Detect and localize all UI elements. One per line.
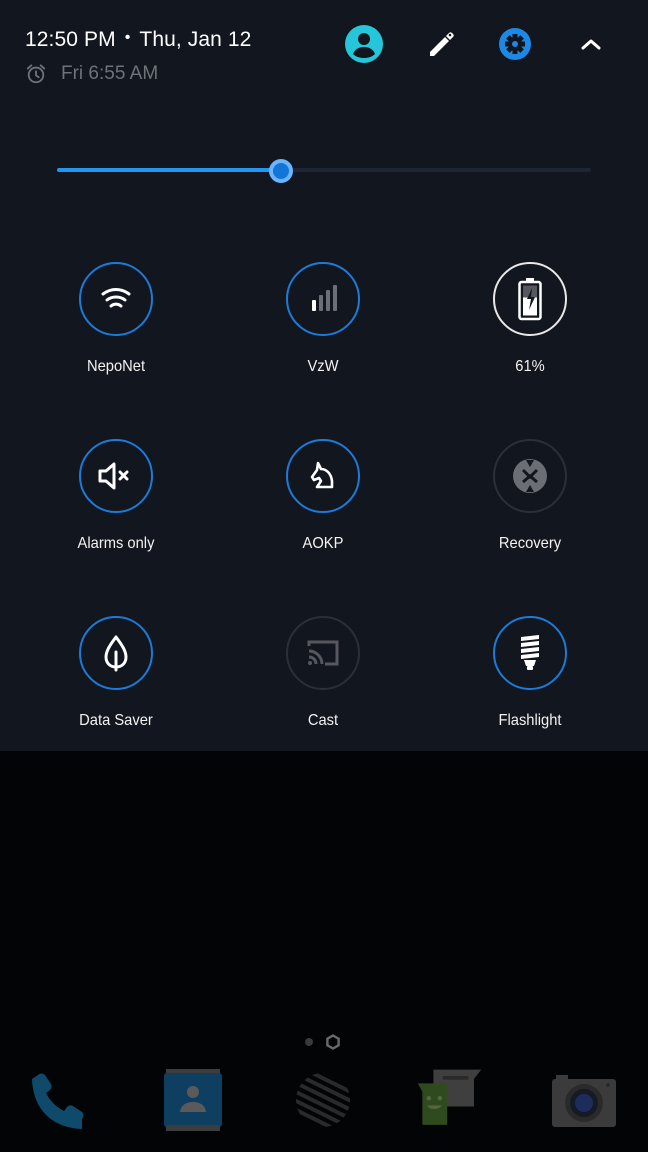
tile-do-not-disturb[interactable]: Alarms only [36, 439, 196, 569]
home-page-indicator-icon[interactable] [325, 1034, 341, 1050]
app-drawer-icon [296, 1073, 350, 1127]
tile-recovery-toggle[interactable] [493, 439, 567, 513]
bulb-icon [521, 635, 539, 670]
tile-label: Cast [307, 712, 339, 729]
tile-label: Recovery [498, 535, 562, 552]
battery-charging-icon [518, 278, 542, 321]
wifi-icon [101, 288, 131, 308]
user-switcher-button[interactable] [344, 24, 384, 64]
settings-button[interactable] [495, 24, 535, 64]
tile-cellular-toggle[interactable] [286, 262, 360, 336]
tile-wifi-toggle[interactable] [79, 262, 153, 336]
tile-cast-toggle[interactable] [286, 616, 360, 690]
dock-camera[interactable] [548, 1065, 618, 1135]
unicorn-icon [310, 461, 334, 489]
phone-icon [32, 1073, 84, 1129]
page-indicator [305, 1034, 341, 1050]
tile-flashlight-toggle[interactable] [493, 616, 567, 690]
tile-data-saver-toggle[interactable] [79, 616, 153, 690]
home-dock [0, 1065, 648, 1140]
brightness-fill [57, 168, 282, 172]
leaf-icon [104, 635, 128, 672]
tile-flashlight[interactable]: Flashlight [450, 616, 610, 746]
alarm-clock-icon [26, 64, 46, 84]
tile-wifi[interactable]: NepoNet [36, 262, 196, 392]
page-dot[interactable] [305, 1038, 313, 1046]
tile-aokp-toggle[interactable] [286, 439, 360, 513]
tile-label: 61% [515, 358, 545, 375]
dock-contacts[interactable] [158, 1065, 228, 1135]
tile-battery[interactable]: 61% [450, 262, 610, 392]
tile-cellular[interactable]: VzW [243, 262, 403, 392]
tile-label: Alarms only [77, 535, 155, 552]
tile-recovery[interactable]: Recovery [450, 439, 610, 569]
clock-date[interactable]: 12:50 PM • Thu, Jan 12 [25, 28, 251, 52]
tile-dnd-toggle[interactable] [79, 439, 153, 513]
collapse-button[interactable] [571, 24, 611, 64]
separator: • [124, 29, 131, 46]
next-alarm[interactable]: Fri 6:55 AM [25, 63, 158, 85]
clock-time[interactable]: 12:50 PM [25, 28, 116, 52]
dock-app-drawer[interactable] [288, 1065, 358, 1135]
next-alarm-text: Fri 6:55 AM [61, 63, 159, 84]
volume-off-icon [98, 462, 129, 490]
tile-label: VzW [307, 358, 339, 375]
twrp-recovery-icon [513, 459, 547, 493]
brightness-thumb[interactable] [269, 159, 294, 183]
account-circle-icon [345, 25, 383, 63]
brightness-slider[interactable] [57, 159, 591, 183]
cast-icon [307, 640, 339, 666]
dock-phone[interactable] [28, 1065, 98, 1135]
edit-tiles-button[interactable] [420, 24, 460, 64]
tile-battery-toggle[interactable] [493, 262, 567, 336]
dock-messaging[interactable] [415, 1065, 485, 1135]
gear-icon [499, 28, 531, 60]
contacts-icon [164, 1069, 222, 1131]
date[interactable]: Thu, Jan 12 [139, 28, 251, 52]
tile-data-saver[interactable]: Data Saver [36, 616, 196, 746]
camera-icon [552, 1075, 616, 1127]
messaging-icon [417, 1069, 482, 1125]
tile-aokp[interactable]: AOKP [243, 439, 403, 569]
quick-settings-panel: 12:50 PM • Thu, Jan 12 Fri 6:55 AM NepoN… [0, 0, 648, 751]
cellular-signal-icon [312, 285, 337, 311]
tile-cast[interactable]: Cast [243, 616, 403, 746]
tile-label: NepoNet [86, 358, 146, 375]
tile-label: AOKP [302, 535, 344, 552]
tile-label: Data Saver [79, 712, 153, 729]
chevron-up-icon [581, 39, 601, 50]
pencil-icon [430, 32, 454, 56]
tile-label: Flashlight [498, 712, 562, 729]
